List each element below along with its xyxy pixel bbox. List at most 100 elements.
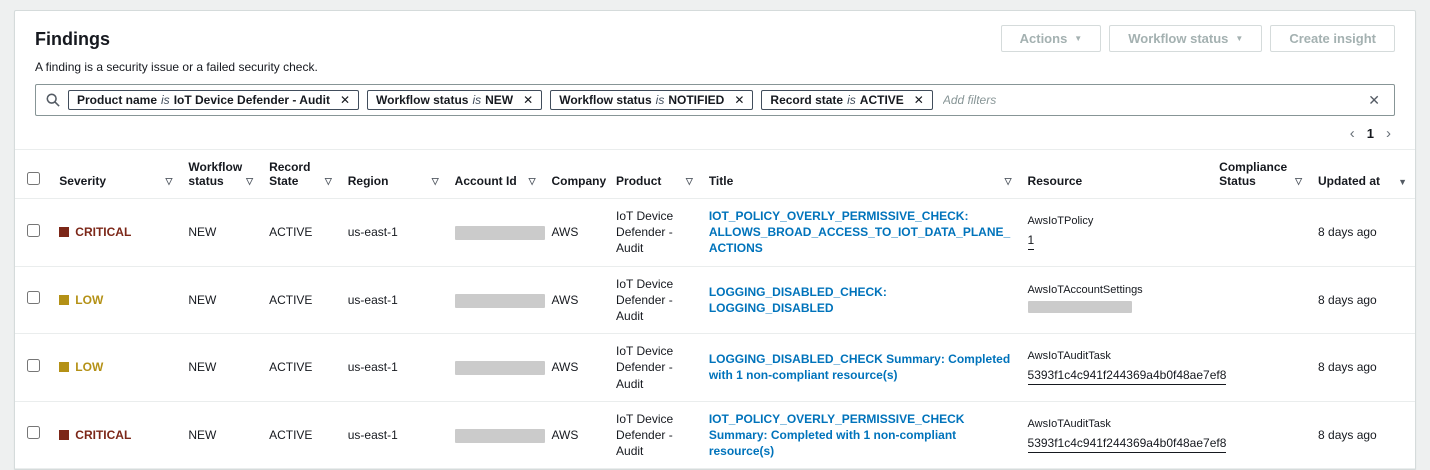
resource-cell: AwsIoTPolicy 1 (1019, 198, 1212, 267)
chip-close-icon[interactable]: ✕ (336, 94, 354, 106)
resource-cell: AwsIoTAccountSettings (1019, 266, 1212, 335)
chip-close-icon[interactable]: ✕ (730, 94, 748, 106)
filter-chip-value: IoT Device Defender - Audit (173, 93, 330, 107)
severity-label: LOW (75, 360, 104, 375)
pagination-prev-icon[interactable]: ‹ (1350, 126, 1355, 141)
severity-icon (59, 227, 70, 238)
clear-filters-icon[interactable]: ✕ (1364, 92, 1384, 109)
row-checkbox[interactable] (26, 291, 40, 305)
finding-title-link[interactable]: LOGGING_DISABLED_CHECK Summary: Complete… (709, 352, 1010, 382)
filter-bar[interactable]: Product name is IoT Device Defender - Au… (35, 84, 1395, 116)
product-cell: IoT Device Defender - Audit (608, 333, 701, 402)
column-label: Product (616, 174, 662, 188)
filter-chip-value: NEW (485, 93, 514, 107)
create-insight-button-label: Create insight (1289, 31, 1376, 46)
column-header-workflow-status[interactable]: Workflow status ▽ (180, 149, 262, 199)
updated-at-cell: 8 days ago (1310, 401, 1415, 470)
pagination-next-icon[interactable]: › (1386, 126, 1391, 141)
workflow-status-button-label: Workflow status (1128, 31, 1229, 46)
filter-chip-operator: is (472, 93, 482, 107)
title-cell: LOGGING_DISABLED_CHECK: LOGGING_DISABLED (700, 266, 1020, 335)
sortable-icon: ▽ (324, 176, 332, 186)
redacted-account-id (454, 361, 545, 376)
sortable-icon: ▽ (431, 176, 439, 186)
company-cell: AWS (543, 333, 609, 402)
severity-cell: CRITICAL (51, 198, 181, 267)
sortable-icon: ▽ (1004, 176, 1012, 186)
workflow-status-cell: NEW (180, 266, 262, 335)
resource-id[interactable]: 5393f1c4c941f244369a4b0f48ae7ef8 (1027, 435, 1227, 453)
severity-icon (59, 362, 70, 373)
column-header-record-state[interactable]: Record State ▽ (261, 149, 340, 199)
column-header-updated-at[interactable]: Updated at ▼ (1310, 149, 1415, 199)
resource-type-label: AwsIoTAuditTask (1027, 350, 1111, 363)
account-id-cell (446, 333, 545, 402)
account-id-cell (446, 266, 545, 335)
table-header-row: Severity ▽ Workflow status ▽ Record State ▽ Re… (15, 149, 1415, 199)
create-insight-button[interactable]: Create insight (1270, 25, 1395, 52)
actions-button-label: Actions (1019, 31, 1068, 46)
table-row: LOW NEW ACTIVE us-east-1 AWS IoT Device … (15, 266, 1415, 335)
region-cell: us-east-1 (339, 333, 447, 402)
filter-chip: Workflow status is NOTIFIED ✕ (550, 90, 754, 110)
severity-icon (59, 294, 70, 305)
redacted-account-id (454, 226, 545, 241)
product-cell: IoT Device Defender - Audit (608, 401, 701, 470)
select-all-checkbox[interactable] (26, 172, 40, 185)
resource-id[interactable]: 5393f1c4c941f244369a4b0f48ae7ef8 (1027, 367, 1227, 386)
column-header-title[interactable]: Title ▽ (700, 149, 1020, 199)
filter-chips: Product name is IoT Device Defender - Au… (68, 90, 933, 110)
severity-cell: LOW (51, 266, 181, 335)
row-select-cell (15, 401, 52, 470)
column-label: Updated at (1318, 174, 1381, 188)
actions-button[interactable]: Actions ▼ (1000, 25, 1102, 52)
column-header-severity[interactable]: Severity ▽ (51, 149, 181, 199)
pagination-current-page[interactable]: 1 (1367, 126, 1374, 141)
updated-at-cell: 8 days ago (1310, 333, 1415, 402)
column-header-compliance-status[interactable]: Compliance Status ▽ (1211, 149, 1311, 199)
column-header-product[interactable]: Product ▽ (608, 149, 701, 199)
region-cell: us-east-1 (339, 266, 447, 335)
column-header-account-id[interactable]: Account Id ▽ (446, 149, 544, 199)
company-cell: AWS (543, 401, 609, 470)
chip-close-icon[interactable]: ✕ (519, 94, 537, 106)
sortable-icon: ▽ (165, 176, 173, 186)
resource-id[interactable]: 1 (1027, 232, 1035, 251)
workflow-status-button[interactable]: Workflow status ▼ (1109, 25, 1263, 52)
column-header-region[interactable]: Region ▽ (339, 149, 447, 199)
filter-chip-value: ACTIVE (859, 93, 904, 107)
page-description: A finding is a security issue or a faile… (35, 60, 318, 74)
finding-title-link[interactable]: LOGGING_DISABLED_CHECK: LOGGING_DISABLED (709, 285, 887, 315)
product-cell: IoT Device Defender - Audit (608, 198, 701, 267)
column-label: Resource (1027, 174, 1083, 188)
chevron-down-icon: ▼ (1074, 33, 1083, 43)
row-checkbox[interactable] (26, 358, 40, 372)
page-title: Findings (35, 29, 110, 49)
column-label: Record State (269, 160, 311, 188)
filter-chip: Workflow status is NEW ✕ (367, 90, 543, 110)
chip-close-icon[interactable]: ✕ (910, 94, 928, 106)
severity-icon (59, 429, 70, 440)
column-header-resource: Resource (1019, 149, 1212, 199)
title-cell: IOT_POLICY_OVERLY_PERMISSIVE_CHECK: ALLO… (700, 198, 1020, 267)
resource-type-label: AwsIoTAccountSettings (1027, 283, 1143, 296)
filter-chip-value: NOTIFIED (668, 93, 725, 107)
row-checkbox[interactable] (26, 426, 40, 440)
product-cell: IoT Device Defender - Audit (608, 266, 701, 335)
resource-cell: AwsIoTAuditTask 5393f1c4c941f244369a4b0f… (1019, 333, 1227, 402)
column-label: Workflow status (188, 160, 243, 188)
row-checkbox[interactable] (26, 223, 40, 237)
redacted-account-id (454, 293, 545, 308)
add-filters-input[interactable] (940, 92, 1357, 108)
select-all-header (15, 149, 52, 199)
title-cell: LOGGING_DISABLED_CHECK Summary: Complete… (700, 333, 1020, 402)
severity-label: LOW (75, 292, 104, 307)
resource-id[interactable] (1027, 300, 1132, 313)
findings-panel: Findings Actions ▼ Workflow status ▼ Cre… (14, 10, 1416, 470)
page-header: Findings Actions ▼ Workflow status ▼ Cre… (15, 11, 1415, 54)
column-label: Region (347, 174, 389, 188)
filter-chip-field: Record state (770, 93, 844, 107)
finding-title-link[interactable]: IOT_POLICY_OVERLY_PERMISSIVE_CHECK: ALLO… (709, 209, 1010, 255)
filter-chip-field: Product name (77, 93, 158, 107)
finding-title-link[interactable]: IOT_POLICY_OVERLY_PERMISSIVE_CHECK Summa… (709, 412, 965, 458)
